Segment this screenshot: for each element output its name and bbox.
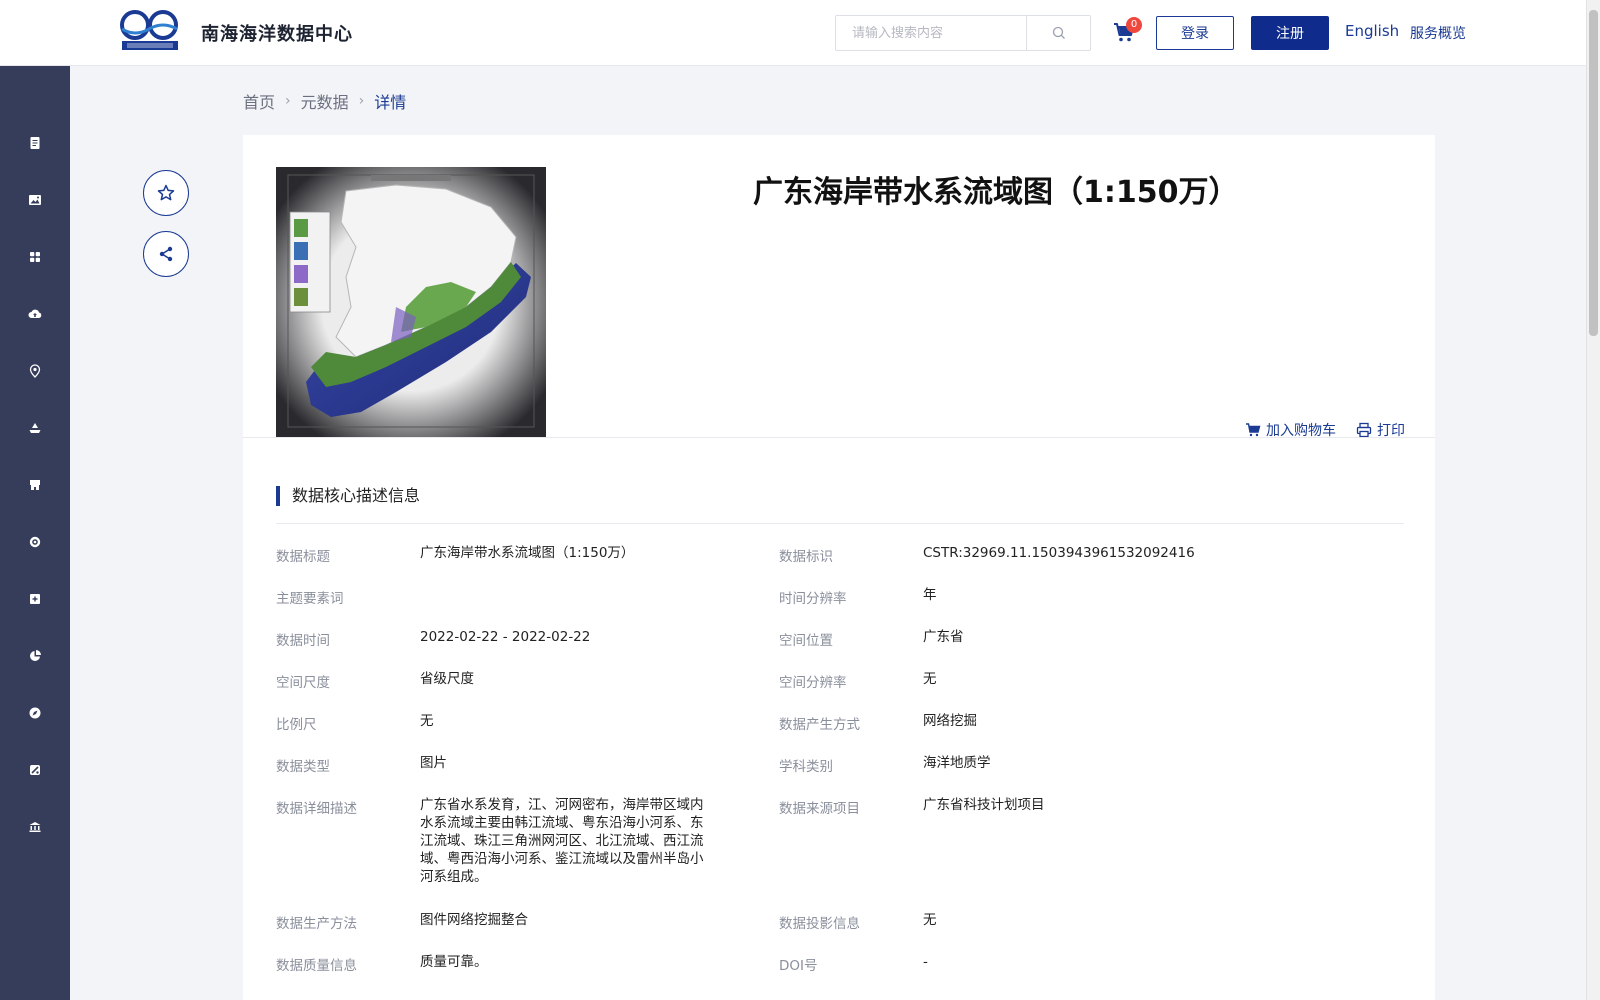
field-value: 广东省: [923, 629, 964, 645]
search-icon: [1052, 26, 1065, 39]
register-button[interactable]: 注册: [1251, 16, 1329, 50]
chevron-right-icon: ›: [358, 93, 365, 109]
service-overview-link[interactable]: 服务概览: [1410, 23, 1466, 43]
field-value: 网络挖掘: [923, 713, 977, 729]
field-label: 数据类型: [276, 759, 330, 775]
page-scrollbar[interactable]: [1586, 0, 1600, 1000]
field-label: 数据质量信息: [276, 958, 357, 974]
sidebar-item-ship[interactable]: [0, 408, 70, 448]
target-icon: [29, 536, 41, 548]
store-icon: [30, 480, 40, 490]
field-label: 数据详细描述: [276, 801, 357, 817]
ship-icon: [29, 423, 41, 433]
breadcrumb: 首页 › 元数据 › 详情: [243, 89, 406, 113]
field-value: 质量可靠。: [420, 954, 488, 970]
field-value: -: [923, 954, 928, 970]
section-title: 数据核心描述信息: [276, 486, 420, 506]
sidebar-item-document[interactable]: [0, 123, 70, 163]
field-label: 数据生产方法: [276, 916, 357, 932]
document-icon: [30, 137, 40, 149]
field-label: 数据标识: [779, 549, 833, 565]
field-label: 数据标题: [276, 549, 330, 565]
divider: [243, 437, 1435, 438]
cart-button[interactable]: 0: [1112, 17, 1142, 46]
site-name: 南海海洋数据中心: [201, 24, 353, 45]
field-value: CSTR:32969.11.1503943961532092416: [923, 545, 1195, 561]
field-label: 空间尺度: [276, 675, 330, 691]
tools-icon: [30, 765, 40, 775]
sidebar-item-store[interactable]: [0, 465, 70, 505]
field-label: 数据来源项目: [779, 801, 860, 817]
grid-icon: [30, 252, 40, 262]
field-label: 数据投影信息: [779, 916, 860, 932]
field-label: 空间分辨率: [779, 675, 847, 691]
search-box: [835, 15, 1091, 51]
field-label: 学科类别: [779, 759, 833, 775]
login-button[interactable]: 登录: [1156, 16, 1234, 50]
field-value: 省级尺度: [420, 671, 474, 687]
favorite-button[interactable]: [143, 170, 189, 216]
sidebar-item-add[interactable]: [0, 579, 70, 619]
field-value: 无: [923, 912, 937, 928]
divider: [276, 523, 1404, 524]
sidebar-item-chart[interactable]: [0, 636, 70, 676]
scsdc-logo[interactable]: [119, 7, 181, 53]
share-button[interactable]: [143, 231, 189, 277]
location-pin-icon: [29, 364, 41, 378]
top-header: 南海海洋数据中心 0 登录 注册 English 服务概览: [0, 0, 1586, 66]
cart-icon: [1246, 423, 1261, 437]
compass-icon: [29, 707, 41, 719]
add-box-icon: [30, 594, 40, 604]
sidebar-item-target[interactable]: [0, 522, 70, 562]
chevron-right-icon: ›: [285, 93, 291, 109]
scrollbar-thumb[interactable]: [1589, 10, 1598, 336]
field-label: 数据产生方式: [779, 717, 860, 733]
pie-chart-icon: [30, 650, 41, 661]
search-input[interactable]: [836, 16, 1026, 50]
sidebar-item-location[interactable]: [0, 351, 70, 391]
left-sidebar: [0, 66, 70, 1000]
image-icon: [29, 195, 41, 205]
breadcrumb-current: 详情: [374, 93, 407, 112]
field-label: 主题要素词: [276, 591, 344, 607]
field-label: 时间分辨率: [779, 591, 847, 607]
star-icon: [157, 184, 175, 201]
building-icon: [29, 822, 41, 832]
share-icon: [159, 246, 173, 262]
field-value: 年: [923, 587, 937, 603]
field-value: 图件网络挖掘整合: [420, 912, 528, 928]
cloud-upload-icon: [28, 309, 42, 318]
field-label: 数据时间: [276, 633, 330, 649]
field-value: 海洋地质学: [923, 755, 991, 771]
breadcrumb-metadata[interactable]: 元数据: [301, 89, 349, 113]
sidebar-item-cloud-upload[interactable]: [0, 294, 70, 334]
dataset-title: 广东海岸带水系流域图（1:150万）: [753, 175, 1239, 210]
sidebar-item-grid[interactable]: [0, 237, 70, 277]
field-label: DOI号: [779, 958, 818, 974]
sidebar-item-compass[interactable]: [0, 693, 70, 733]
field-value: 无: [420, 713, 434, 729]
field-value: 2022-02-22 - 2022-02-22: [420, 629, 591, 645]
sidebar-item-building[interactable]: [0, 807, 70, 847]
detail-card: 广东海岸带水系流域图（1:150万） 加入购物车 打印 数据核心描述信息 数据标…: [243, 135, 1435, 1000]
breadcrumb-home[interactable]: 首页: [243, 89, 275, 113]
field-value: 无: [923, 671, 937, 687]
field-value: 广东省科技计划项目: [923, 797, 1045, 813]
field-label: 空间位置: [779, 633, 833, 649]
dataset-thumbnail[interactable]: [276, 167, 546, 437]
field-value: 广东海岸带水系流域图（1:150万）: [420, 545, 635, 561]
printer-icon: [1356, 422, 1372, 438]
field-value: 图片: [420, 755, 447, 771]
search-button[interactable]: [1026, 16, 1090, 50]
field-value-description: 广东省水系发育，江、河网密布，海岸带区域内水系流域主要由韩江流域、粤东沿海小河系…: [420, 797, 704, 885]
field-label: 比例尺: [276, 717, 317, 733]
english-link[interactable]: English: [1345, 22, 1399, 40]
sidebar-item-image[interactable]: [0, 180, 70, 220]
cart-count-badge: 0: [1126, 17, 1142, 33]
sidebar-item-tools[interactable]: [0, 750, 70, 790]
